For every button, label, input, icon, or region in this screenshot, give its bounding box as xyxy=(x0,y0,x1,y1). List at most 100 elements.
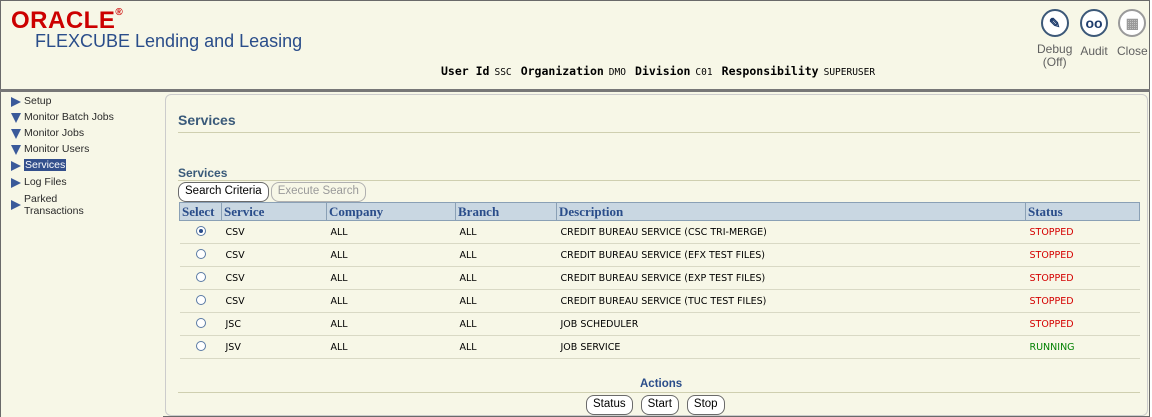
table-row: CSV ALL ALL CREDIT BUREAU SERVICE (EXP T… xyxy=(179,266,1140,290)
sidebar-item-monitor-users[interactable]: Monitor Users xyxy=(11,143,89,155)
row-radio-button[interactable] xyxy=(195,271,206,282)
company-cell: ALL xyxy=(326,335,456,359)
debug-state: (Off) xyxy=(1042,55,1067,69)
user-id-label: User Id xyxy=(441,64,490,78)
row-radio-button[interactable] xyxy=(195,340,206,351)
sidebar-item-setup[interactable]: Setup xyxy=(11,95,51,107)
status-button[interactable]: Status xyxy=(586,395,633,415)
status-cell: STOPPED xyxy=(1025,289,1140,313)
user-info-bar: User Id SSC Organization DMO Division C01 R… xyxy=(441,64,881,78)
select-cell xyxy=(179,312,222,336)
services-table: Select Service Company Branch Descriptio… xyxy=(179,202,1140,359)
status-cell: STOPPED xyxy=(1025,243,1140,267)
start-button[interactable]: Start xyxy=(640,395,679,415)
company-cell: ALL xyxy=(326,220,456,244)
sidebar-item-label-line1: Parked xyxy=(24,193,58,205)
description-cell: CREDIT BUREAU SERVICE (EFX TEST FILES) xyxy=(556,243,1026,267)
expand-arrow-icon xyxy=(11,97,21,107)
sidebar-item-label-line2: Transactions xyxy=(24,205,84,217)
column-header-service[interactable]: Service xyxy=(221,202,327,221)
responsibility-value: SUPERUSER xyxy=(823,67,876,78)
branch-cell: ALL xyxy=(455,220,557,244)
sidebar-item-monitor-batch-jobs[interactable]: Monitor Batch Jobs xyxy=(11,111,114,123)
branch-cell: ALL xyxy=(455,289,557,313)
column-header-select: Select xyxy=(179,202,222,221)
select-cell xyxy=(179,243,222,267)
user-id-value: SSC xyxy=(494,67,512,78)
division-value: C01 xyxy=(695,67,713,78)
select-cell xyxy=(179,266,222,290)
sidebar-item-services[interactable]: Services xyxy=(11,159,67,171)
actions-title: Actions xyxy=(640,378,683,390)
content-panel: Services Services Search Criteria Execut… xyxy=(165,94,1148,416)
close-label: Close xyxy=(1117,44,1148,58)
sidebar-item-parked-transactions[interactable]: Parked Transactions xyxy=(11,193,84,217)
column-header-description[interactable]: Description xyxy=(556,202,1026,221)
actions-toolbar: Status Start Stop xyxy=(586,395,725,415)
company-cell: ALL xyxy=(326,289,456,313)
search-toolbar: Search Criteria Execute Search xyxy=(178,182,366,202)
table-row: CSV ALL ALL CREDIT BUREAU SERVICE (EFX T… xyxy=(179,243,1140,267)
product-name: FLEXCUBE Lending and Leasing xyxy=(35,31,303,51)
debug-button[interactable]: ✎ Debug (Off) xyxy=(1037,9,1072,69)
status-cell: RUNNING xyxy=(1025,335,1140,359)
sidebar: Setup Monitor Batch Jobs Monitor Jobs Mo… xyxy=(0,92,163,417)
audit-label: Audit xyxy=(1080,44,1108,58)
collapse-arrow-icon xyxy=(11,145,21,155)
section-divider xyxy=(178,180,1140,181)
sidebar-item-monitor-jobs[interactable]: Monitor Jobs xyxy=(11,127,84,139)
row-radio-button[interactable] xyxy=(195,248,206,259)
branch-cell: ALL xyxy=(455,312,557,336)
company-cell: ALL xyxy=(326,266,456,290)
close-button[interactable]: ▦ Close xyxy=(1117,9,1148,58)
status-cell: STOPPED xyxy=(1025,312,1140,336)
column-header-company[interactable]: Company xyxy=(326,202,456,221)
company-cell: ALL xyxy=(326,312,456,336)
table-row: CSV ALL ALL CREDIT BUREAU SERVICE (TUC T… xyxy=(179,289,1140,313)
sidebar-item-label: Monitor Users xyxy=(24,143,90,155)
status-cell: STOPPED xyxy=(1025,220,1140,244)
organization-value: DMO xyxy=(608,67,626,78)
brand-name: ORACLE xyxy=(11,7,116,34)
branch-cell: ALL xyxy=(455,335,557,359)
row-radio-button[interactable] xyxy=(195,225,206,236)
expand-arrow-icon xyxy=(11,178,21,188)
audit-button[interactable]: oo Audit xyxy=(1080,9,1108,58)
table-row: JSC ALL ALL JOB SCHEDULER STOPPED xyxy=(179,312,1140,336)
row-radio-button[interactable] xyxy=(195,317,206,328)
execute-search-button[interactable]: Execute Search xyxy=(270,182,366,202)
responsibility-label: Responsibility xyxy=(721,64,819,78)
branch-cell: ALL xyxy=(455,266,557,290)
search-criteria-button[interactable]: Search Criteria xyxy=(178,182,269,202)
service-cell: CSV xyxy=(221,289,327,313)
stop-button[interactable]: Stop xyxy=(686,395,725,415)
close-doc-icon: ▦ xyxy=(1118,9,1147,37)
description-cell: CREDIT BUREAU SERVICE (TUC TEST FILES) xyxy=(556,289,1026,313)
sidebar-item-label: Monitor Batch Jobs xyxy=(24,111,114,123)
table-row: JSV ALL ALL JOB SERVICE RUNNING xyxy=(179,335,1140,359)
service-cell: CSV xyxy=(221,266,327,290)
sidebar-item-label: Parked Transactions xyxy=(24,193,84,217)
column-header-status[interactable]: Status xyxy=(1025,202,1140,221)
organization-label: Organization xyxy=(520,64,604,78)
collapse-arrow-icon xyxy=(11,113,21,123)
glasses-icon: oo xyxy=(1080,9,1108,37)
description-cell: JOB SERVICE xyxy=(556,335,1026,359)
description-cell: JOB SCHEDULER xyxy=(556,312,1026,336)
status-cell: STOPPED xyxy=(1025,266,1140,290)
column-header-branch[interactable]: Branch xyxy=(455,202,557,221)
actions-divider xyxy=(178,392,1140,393)
sidebar-item-label: Log Files xyxy=(24,176,67,188)
sidebar-item-log-files[interactable]: Log Files xyxy=(11,176,67,188)
expand-arrow-icon xyxy=(11,200,21,210)
app-header: ORACLE® FLEXCUBE Lending and Leasing Use… xyxy=(0,0,1150,90)
row-radio-button[interactable] xyxy=(195,294,206,305)
sidebar-item-label: Monitor Jobs xyxy=(24,127,85,139)
sidebar-item-label: Services xyxy=(24,159,67,171)
service-cell: CSV xyxy=(221,220,327,244)
description-cell: CREDIT BUREAU SERVICE (CSC TRI-MERGE) xyxy=(556,220,1026,244)
table-header-row: Select Service Company Branch Descriptio… xyxy=(179,202,1140,221)
expand-arrow-icon xyxy=(11,161,21,171)
section-title: Services xyxy=(178,166,228,180)
table-row: CSV ALL ALL CREDIT BUREAU SERVICE (CSC T… xyxy=(179,220,1140,244)
